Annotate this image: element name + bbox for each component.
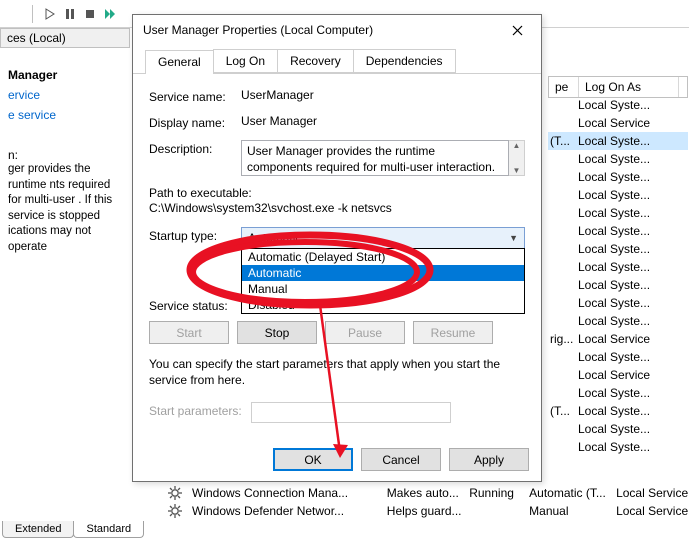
pause-button: Pause <box>325 321 405 344</box>
cancel-button[interactable]: Cancel <box>361 448 441 471</box>
list-row[interactable]: rig...Local Service <box>548 330 688 348</box>
list-row[interactable]: Local Syste... <box>548 276 688 294</box>
dialog-buttons: OK Cancel Apply <box>273 448 529 471</box>
services-list-right-fragment: Local Syste...Local Service(T...Local Sy… <box>548 96 688 456</box>
list-row[interactable]: Local Syste... <box>548 96 688 114</box>
services-list-bottom-fragment: Windows Connection Mana...Makes auto...R… <box>168 484 688 520</box>
startup-type-selected: Automatic <box>248 231 301 245</box>
tab-dependencies[interactable]: Dependencies <box>353 49 456 73</box>
list-row[interactable]: Local Syste... <box>548 258 688 276</box>
list-row[interactable]: Local Syste... <box>548 240 688 258</box>
start-parameters-input <box>251 402 451 423</box>
list-row[interactable]: Local Service <box>548 366 688 384</box>
restart-icon[interactable] <box>103 7 117 21</box>
services-column-headers: pe Log On As <box>548 76 688 98</box>
list-row[interactable]: Windows Connection Mana...Makes auto...R… <box>168 484 688 502</box>
help-text: You can specify the start parameters tha… <box>149 356 525 388</box>
detail-title: Manager <box>8 68 126 82</box>
tab-extended[interactable]: Extended <box>2 521 74 538</box>
close-icon <box>512 25 523 36</box>
list-row[interactable]: Local Syste... <box>548 384 688 402</box>
general-tab-body: Service name: UserManager Display name: … <box>133 74 541 443</box>
path-label: Path to executable: <box>149 186 525 200</box>
tab-general[interactable]: General <box>145 50 214 74</box>
display-name-label: Display name: <box>149 114 241 130</box>
description-box: User Manager provides the runtime compon… <box>241 140 509 176</box>
services-local-header: ces (Local) <box>0 28 130 48</box>
description-scrollbar[interactable]: ▲▼ <box>509 140 525 176</box>
col-logon-as[interactable]: Log On As <box>579 77 679 97</box>
tab-standard[interactable]: Standard <box>73 521 144 538</box>
tab-recovery[interactable]: Recovery <box>277 49 354 73</box>
col-startup-type[interactable]: pe <box>549 77 579 97</box>
service-status-label: Service status: <box>149 297 241 313</box>
service-name-label: Service name: <box>149 88 241 104</box>
start-button: Start <box>149 321 229 344</box>
stop-icon[interactable] <box>83 7 97 21</box>
start-parameters-label: Start parameters: <box>149 402 251 418</box>
pause-icon[interactable] <box>63 7 77 21</box>
list-row[interactable]: Local Syste... <box>548 168 688 186</box>
properties-dialog: User Manager Properties (Local Computer)… <box>132 14 542 482</box>
list-row[interactable]: (T...Local Syste... <box>548 402 688 420</box>
list-row[interactable]: Local Syste... <box>548 204 688 222</box>
startup-type-list: Automatic (Delayed Start)AutomaticManual… <box>241 248 525 314</box>
service-control-buttons: Start Stop Pause Resume <box>149 321 525 344</box>
close-button[interactable] <box>497 17 537 43</box>
chevron-down-icon: ▼ <box>509 233 518 243</box>
restart-link[interactable]: e service <box>8 108 126 122</box>
stop-button[interactable]: Stop <box>237 321 317 344</box>
startup-option[interactable]: Automatic <box>242 265 524 281</box>
tab-logon[interactable]: Log On <box>213 49 278 73</box>
service-name-value: UserManager <box>241 88 525 102</box>
spacer-icon <box>8 7 22 21</box>
startup-option[interactable]: Automatic (Delayed Start) <box>242 249 524 265</box>
list-row[interactable]: Local Syste... <box>548 348 688 366</box>
startup-type-label: Startup type: <box>149 227 241 243</box>
list-row[interactable]: Windows Defender Networ...Helps guard...… <box>168 502 688 520</box>
ok-button[interactable]: OK <box>273 448 353 471</box>
list-row[interactable]: Local Service <box>548 114 688 132</box>
apply-button[interactable]: Apply <box>449 448 529 471</box>
list-row[interactable]: Local Syste... <box>548 420 688 438</box>
dialog-title: User Manager Properties (Local Computer) <box>143 23 497 37</box>
list-row[interactable]: Local Syste... <box>548 294 688 312</box>
path-value: C:\Windows\system32\svchost.exe -k netsv… <box>149 201 525 215</box>
dialog-titlebar: User Manager Properties (Local Computer) <box>133 15 541 45</box>
list-row[interactable]: Local Syste... <box>548 222 688 240</box>
startup-type-field[interactable]: Automatic ▼ <box>241 227 525 249</box>
desc-body: ger provides the runtime nts required fo… <box>8 162 126 255</box>
description-label: Description: <box>149 140 241 156</box>
startup-option[interactable]: Manual <box>242 281 524 297</box>
startup-type-combo[interactable]: Automatic ▼ Automatic (Delayed Start)Aut… <box>241 227 525 249</box>
desc-heading: n: <box>8 148 126 162</box>
display-name-value: User Manager <box>241 114 525 128</box>
stop-link[interactable]: ervice <box>8 88 126 102</box>
list-row[interactable]: (T...Local Syste... <box>548 132 688 150</box>
dialog-tabs: General Log On Recovery Dependencies <box>133 45 541 74</box>
list-row[interactable]: Local Syste... <box>548 312 688 330</box>
view-tabs: Extended Standard <box>2 521 143 538</box>
list-row[interactable]: Local Syste... <box>548 150 688 168</box>
resume-button: Resume <box>413 321 493 344</box>
service-detail-panel: Manager ervice e service n: ger provides… <box>0 50 130 263</box>
list-row[interactable]: Local Syste... <box>548 186 688 204</box>
play-icon[interactable] <box>43 7 57 21</box>
startup-option[interactable]: Disabled <box>242 297 524 313</box>
list-row[interactable]: Local Syste... <box>548 438 688 456</box>
